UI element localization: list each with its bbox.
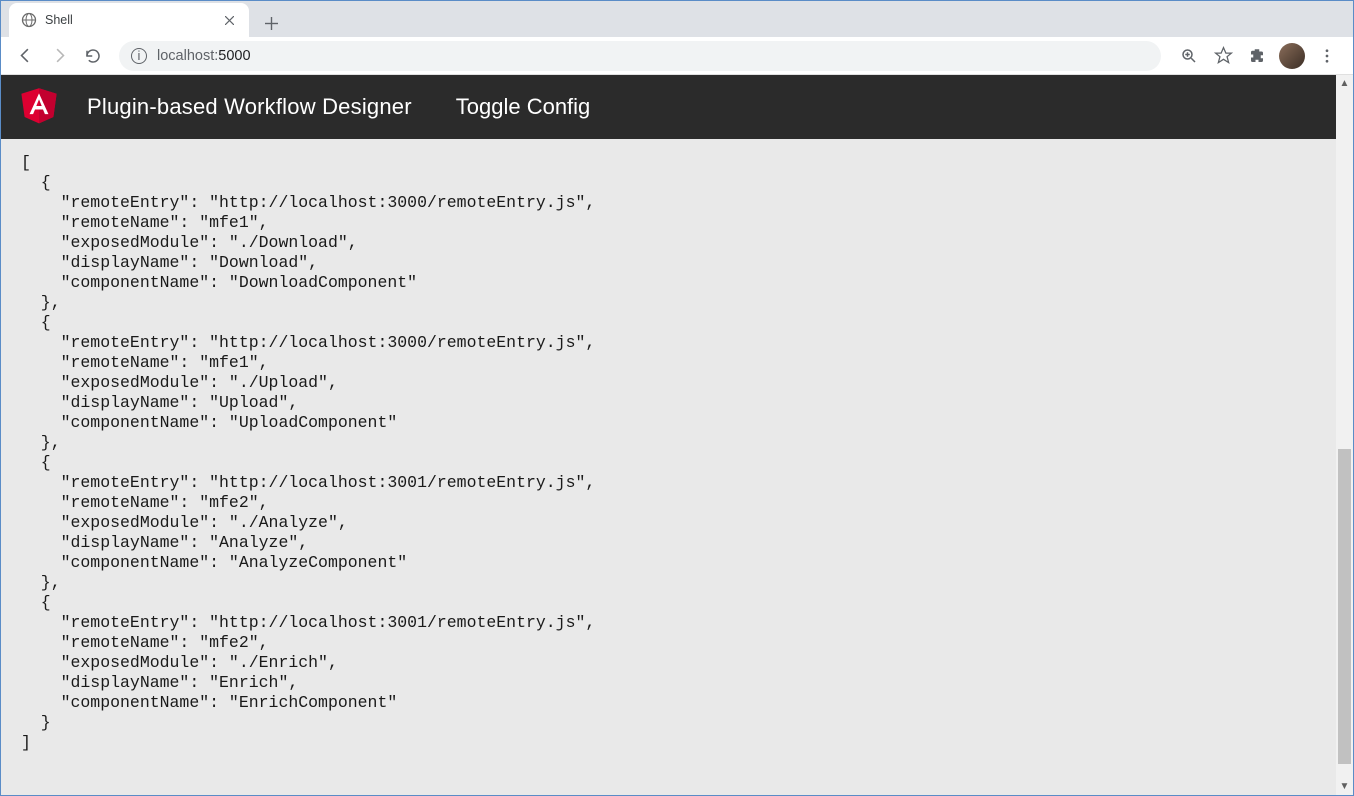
new-tab-button[interactable] [257, 9, 285, 37]
scroll-track[interactable] [1336, 92, 1353, 778]
zoom-icon[interactable] [1177, 44, 1201, 68]
site-info-icon[interactable]: i [131, 48, 147, 64]
config-json: [ { "remoteEntry": "http://localhost:300… [21, 153, 1316, 753]
url-text: localhost:5000 [157, 48, 251, 64]
toggle-config-link[interactable]: Toggle Config [456, 94, 591, 120]
extensions-icon[interactable] [1245, 44, 1269, 68]
vertical-scrollbar[interactable]: ▲ ▼ [1336, 75, 1353, 795]
address-bar[interactable]: i localhost:5000 [119, 41, 1161, 71]
toolbar-right [1171, 43, 1345, 69]
tab-strip: Shell [1, 1, 1353, 37]
profile-avatar[interactable] [1279, 43, 1305, 69]
tab-title: Shell [45, 13, 221, 27]
bookmark-star-icon[interactable] [1211, 44, 1235, 68]
browser-tab[interactable]: Shell [9, 3, 249, 37]
config-output: [ { "remoteEntry": "http://localhost:300… [1, 139, 1336, 767]
globe-icon [21, 12, 37, 28]
browser-toolbar: i localhost:5000 [1, 37, 1353, 75]
scroll-down-arrow[interactable]: ▼ [1336, 778, 1353, 795]
scroll-thumb[interactable] [1338, 449, 1351, 765]
forward-button[interactable] [43, 40, 75, 72]
browser-window: Shell i localhost:5000 [0, 0, 1354, 796]
viewport: Plugin-based Workflow Designer Toggle Co… [1, 75, 1353, 795]
app-header: Plugin-based Workflow Designer Toggle Co… [1, 75, 1336, 139]
back-button[interactable] [9, 40, 41, 72]
page-content: Plugin-based Workflow Designer Toggle Co… [1, 75, 1336, 795]
reload-button[interactable] [77, 40, 109, 72]
scroll-up-arrow[interactable]: ▲ [1336, 75, 1353, 92]
close-tab-button[interactable] [221, 12, 237, 28]
menu-button[interactable] [1315, 44, 1339, 68]
angular-logo-icon [19, 83, 59, 132]
app-title: Plugin-based Workflow Designer [87, 94, 412, 120]
